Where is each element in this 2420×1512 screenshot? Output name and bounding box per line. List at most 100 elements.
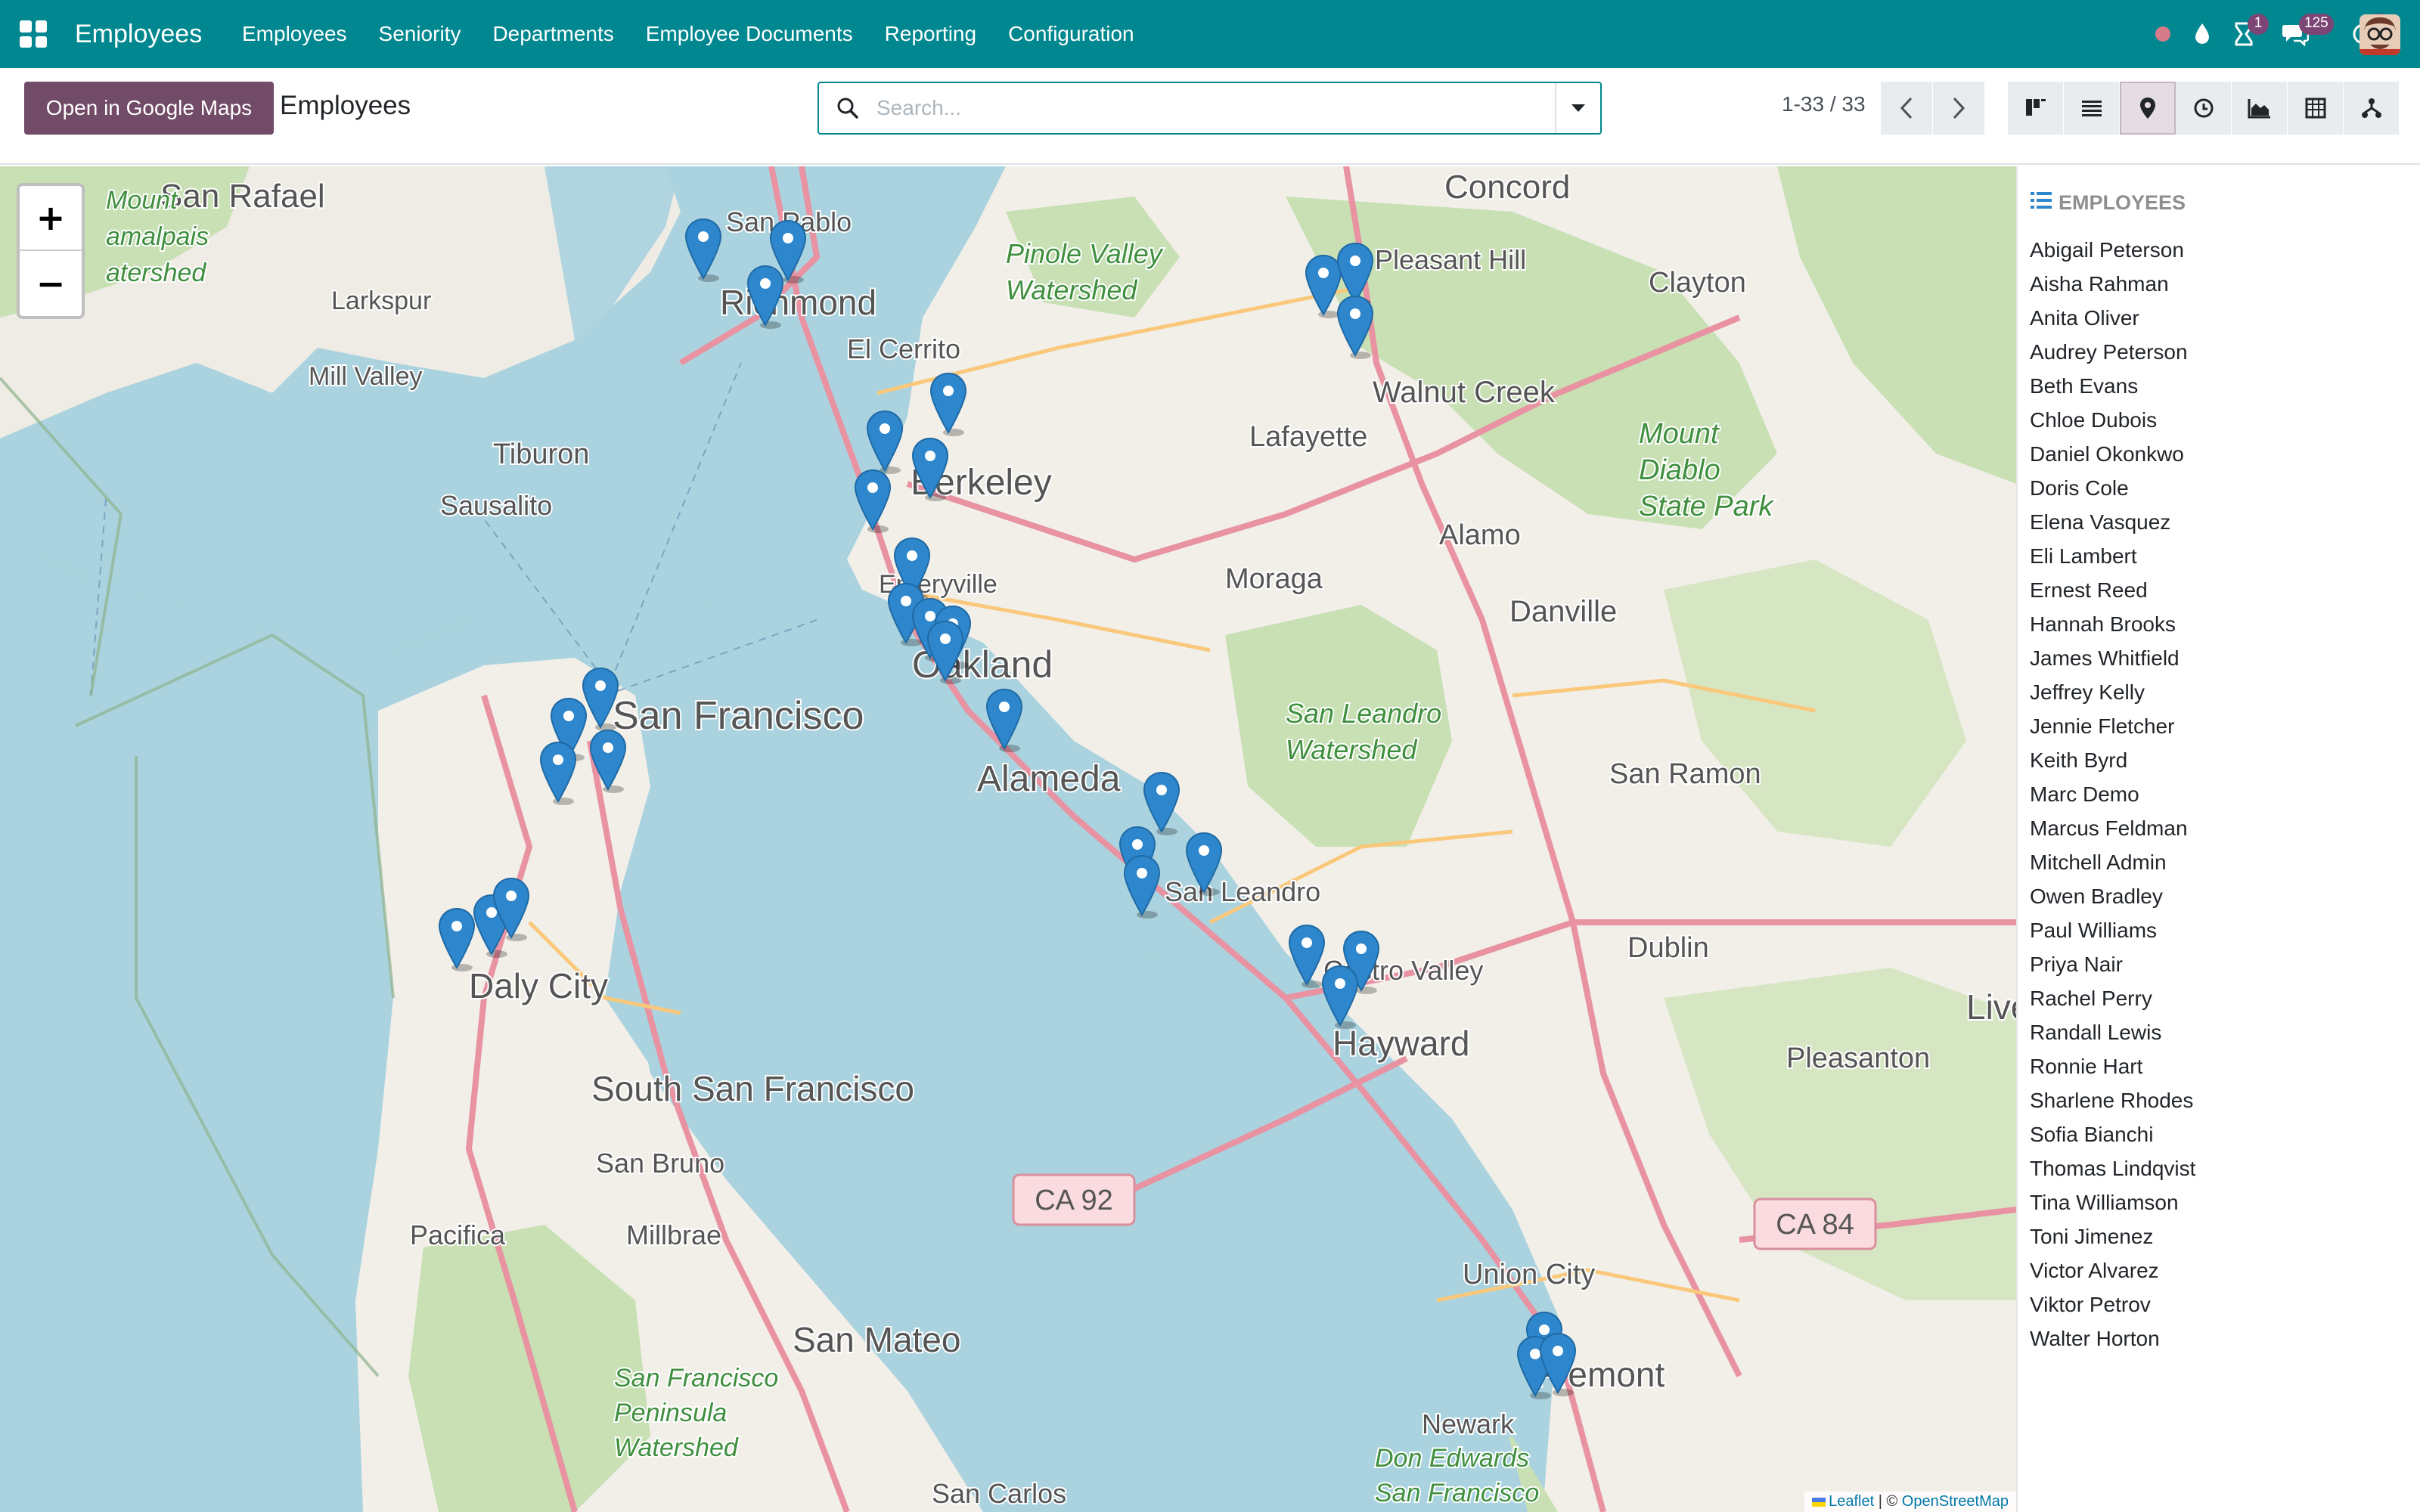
employee-list-item[interactable]: Randall Lewis [2030, 1015, 2195, 1049]
panel-title-text: EMPLOYEES [2059, 191, 2186, 214]
list-view-button[interactable] [2064, 82, 2120, 135]
employee-list-item[interactable]: Victor Alvarez [2030, 1253, 2195, 1287]
employee-list-item[interactable]: Owen Bradley [2030, 879, 2195, 913]
employee-list-item[interactable]: Rachel Perry [2030, 981, 2195, 1015]
employee-list-item[interactable]: Doris Cole [2030, 471, 2195, 505]
breadcrumb: Employees [280, 91, 411, 120]
highway-shield-label: CA 92 [1035, 1185, 1113, 1216]
employee-list-item[interactable]: Jennie Fletcher [2030, 709, 2195, 743]
employee-map-marker[interactable] [1123, 854, 1161, 919]
employee-map[interactable]: CA 92 CA 84 San Rafael Mount amalpais atersh… [0, 166, 2016, 1512]
leaflet-flag-icon [1812, 1497, 1826, 1507]
employee-list-item[interactable]: Paul Williams [2030, 913, 2195, 947]
leaflet-link[interactable]: Leaflet [1829, 1493, 1874, 1510]
employee-list-item[interactable]: Daniel Okonkwo [2030, 437, 2195, 471]
drop-icon[interactable] [2186, 0, 2219, 68]
menu-item-reporting[interactable]: Reporting [885, 22, 976, 46]
messages-count-badge: 125 [2299, 14, 2334, 35]
employee-list-item[interactable]: Sofia Bianchi [2030, 1117, 2195, 1151]
employee-map-marker[interactable] [985, 688, 1023, 752]
employee-list-item[interactable]: Aisha Rahman [2030, 267, 2195, 301]
employee-list-item[interactable]: Chloe Dubois [2030, 403, 2195, 437]
app-title[interactable]: Employees [75, 17, 202, 51]
activity-count-badge: 1 [2248, 14, 2269, 35]
activity-view-button[interactable] [2176, 82, 2232, 135]
open-google-maps-button[interactable]: Open in Google Maps [24, 82, 274, 135]
map-place-label: atershed [106, 259, 206, 287]
pager-previous-button[interactable] [1881, 82, 1932, 135]
map-place-label: Moraga [1225, 563, 1323, 595]
employee-list-item[interactable]: Eli Lambert [2030, 539, 2195, 573]
menu-item-employees[interactable]: Employees [242, 22, 347, 46]
employee-list-item[interactable]: Marcus Feldman [2030, 811, 2195, 845]
map-place-label: Tiburon [493, 438, 589, 470]
menu-item-seniority[interactable]: Seniority [379, 22, 461, 46]
employee-list-item[interactable]: Ernest Reed [2030, 573, 2195, 607]
employee-list-item[interactable]: Viktor Petrov [2030, 1287, 2195, 1321]
employee-list-item[interactable]: Elena Vasquez [2030, 505, 2195, 539]
menu-item-configuration[interactable]: Configuration [1008, 22, 1134, 46]
employee-list-item[interactable]: Walter Horton [2030, 1321, 2195, 1356]
map-view-button[interactable] [2120, 82, 2176, 135]
openstreetmap-link[interactable]: OpenStreetMap [1902, 1493, 2009, 1510]
graph-view-button[interactable] [2232, 82, 2288, 135]
apps-menu-icon[interactable] [20, 20, 47, 48]
zoom-out-button[interactable]: − [20, 251, 82, 316]
pager-value[interactable]: 1-33 / 33 [1782, 92, 1866, 116]
highway-shield-label: CA 84 [1776, 1209, 1854, 1241]
hierarchy-icon [2361, 98, 2381, 118]
map-place-label: Mount [1639, 418, 1720, 450]
map-place-label: South San Francisco [591, 1069, 914, 1108]
list-icon [2081, 101, 2102, 116]
employee-list-item[interactable]: Mitchell Admin [2030, 845, 2195, 879]
employee-list-item[interactable]: Tina Williamson [2030, 1185, 2195, 1219]
zoom-control: + − [17, 183, 85, 319]
user-avatar[interactable] [2360, 14, 2400, 55]
pager-next-button[interactable] [1933, 82, 1984, 135]
search-options-dropdown-icon[interactable] [1555, 83, 1600, 133]
employee-list-item[interactable]: James Whitfield [2030, 641, 2195, 675]
status-dot-icon[interactable] [2148, 0, 2178, 68]
employee-map-marker[interactable] [1143, 771, 1181, 835]
employee-list-item[interactable]: Marc Demo [2030, 777, 2195, 811]
menu-item-departments[interactable]: Departments [492, 22, 613, 46]
map-place-label: San Bruno [596, 1148, 724, 1179]
employee-list-item[interactable]: Toni Jimenez [2030, 1219, 2195, 1253]
employee-list-item[interactable]: Sharlene Rhodes [2030, 1083, 2195, 1117]
map-place-label: Millbrae [626, 1219, 721, 1250]
main-menu: Employees Seniority Departments Employee… [242, 0, 1166, 68]
map-place-label: Lafayette [1249, 421, 1367, 453]
employee-list-item[interactable]: Hannah Brooks [2030, 607, 2195, 641]
employee-map-marker[interactable] [684, 218, 722, 282]
employee-name-list: Abigail Peterson Aisha Rahman Anita Oliver… [2030, 233, 2195, 1356]
kanban-view-button[interactable] [2008, 82, 2064, 135]
map-place-label: Hayward [1333, 1024, 1470, 1063]
map-place-label: Don Edwards [1375, 1444, 1529, 1473]
attribution-separator: | © [1874, 1493, 1902, 1510]
zoom-in-button[interactable]: + [20, 186, 82, 251]
map-place-label: San Leandro [1165, 876, 1320, 907]
employee-list-item[interactable]: Thomas Lindqvist [2030, 1151, 2195, 1185]
employee-list-item[interactable]: Jeffrey Kelly [2030, 675, 2195, 709]
hierarchy-view-button[interactable] [2344, 82, 2400, 135]
map-attribution: Leaflet | © OpenStreetMap [1804, 1492, 2016, 1512]
employee-map-marker[interactable] [1321, 965, 1359, 1029]
employee-list-item[interactable]: Keith Byrd [2030, 743, 2195, 777]
map-place-label: San Francisco [614, 1364, 778, 1393]
pivot-view-button[interactable] [2288, 82, 2344, 135]
employee-list-item[interactable]: Ronnie Hart [2030, 1049, 2195, 1083]
menu-item-employee-documents[interactable]: Employee Documents [646, 22, 853, 46]
employee-list-item[interactable]: Anita Oliver [2030, 301, 2195, 335]
employees-list-panel: EMPLOYEES Abigail Peterson Aisha Rahman An… [2016, 166, 2420, 1512]
employee-list-item[interactable]: Abigail Peterson [2030, 233, 2195, 267]
map-place-label: Pleasanton [1786, 1043, 1930, 1074]
map-place-label: Peninsula [614, 1399, 727, 1427]
search-input[interactable] [876, 96, 1555, 120]
employee-list-item[interactable]: Beth Evans [2030, 369, 2195, 403]
map-place-label: San Leandro [1286, 698, 1441, 729]
map-place-label: Liver [1966, 987, 2016, 1027]
map-place-label: Mill Valley [309, 362, 423, 391]
employee-list-item[interactable]: Audrey Peterson [2030, 335, 2195, 369]
map-place-label: Walnut Creek [1373, 376, 1556, 409]
employee-list-item[interactable]: Priya Nair [2030, 947, 2195, 981]
